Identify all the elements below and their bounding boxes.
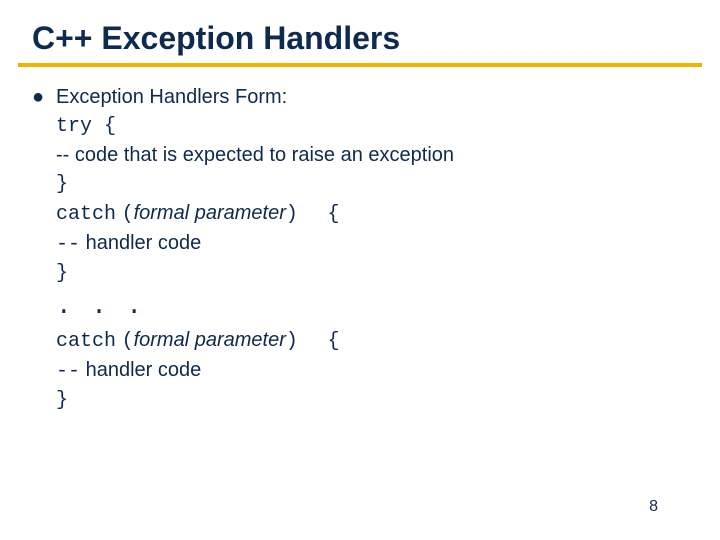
code-try-open: try { xyxy=(56,112,680,141)
formal-param-2: formal parameter xyxy=(134,329,286,351)
page-number: 8 xyxy=(649,498,658,516)
open-block-1: { xyxy=(327,203,339,226)
lead-text: Exception Handlers Form: xyxy=(56,86,287,108)
handler-dashes-1: -- xyxy=(56,233,80,256)
paren-open-2: ( xyxy=(122,330,134,353)
code-catch-2: catch (formal parameter) { xyxy=(56,326,680,356)
title-underline xyxy=(18,63,702,67)
code-try-close: } xyxy=(56,170,680,199)
handler-dashes-2: -- xyxy=(56,360,80,383)
handler-code-1: -- handler code xyxy=(56,229,680,259)
open-brace-2 xyxy=(303,330,327,353)
paren-close-1: ) xyxy=(286,203,298,226)
catch-keyword-2: catch xyxy=(56,330,116,353)
formal-param-1: formal parameter xyxy=(134,202,286,224)
bullet-lead: ● Exception Handlers Form: xyxy=(56,83,680,112)
bullet-icon: ● xyxy=(32,83,44,112)
close-2: } xyxy=(56,386,680,415)
code-catch-1: catch (formal parameter) { xyxy=(56,199,680,229)
handler-code-2: -- handler code xyxy=(56,356,680,386)
handler-text-2: handler code xyxy=(80,359,201,381)
catch-keyword-1: catch xyxy=(56,203,116,226)
code-try-comment: -- code that is expected to raise an exc… xyxy=(56,141,680,170)
slide-title: C++ Exception Handlers xyxy=(0,0,720,63)
ellipsis: . . . xyxy=(56,288,680,326)
paren-close-2: ) xyxy=(286,330,298,353)
paren-open-1: ( xyxy=(122,203,134,226)
open-block-2: { xyxy=(327,330,339,353)
slide: C++ Exception Handlers ● Exception Handl… xyxy=(0,0,720,540)
handler-text-1: handler code xyxy=(80,232,201,254)
open-brace-1 xyxy=(303,203,327,226)
close-1: } xyxy=(56,259,680,288)
content-area: ● Exception Handlers Form: try { -- code… xyxy=(0,83,720,415)
